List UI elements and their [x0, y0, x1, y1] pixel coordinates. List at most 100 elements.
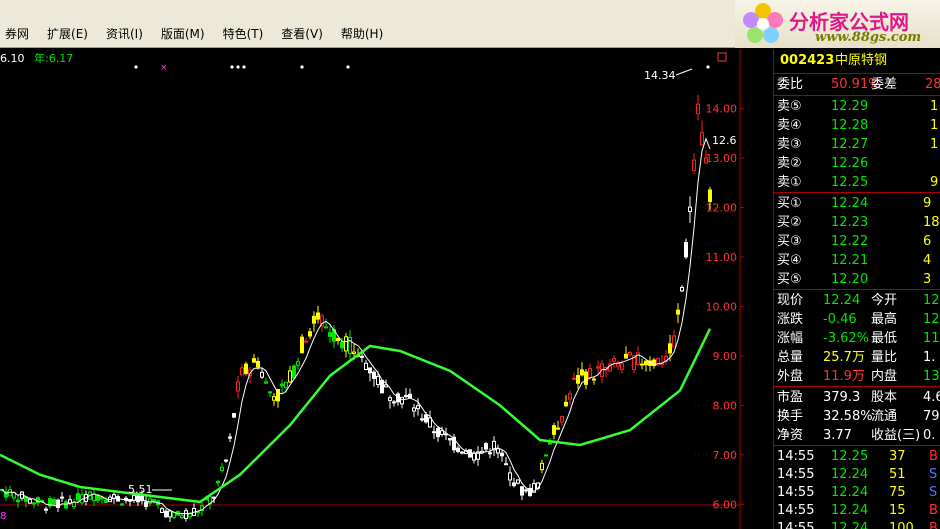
candle-body — [340, 341, 344, 349]
candle-body — [688, 206, 692, 212]
menu-item[interactable]: 版面(M) — [156, 25, 210, 43]
menu-items: 券网 扩展(E) 资讯(I) 版面(M) 特色(T) 查看(V) 帮助(H) — [0, 25, 396, 43]
candle-body — [620, 363, 624, 370]
candle-body — [596, 366, 600, 369]
menu-item[interactable]: 券网 — [0, 25, 34, 43]
fundamental-row: 市盈 379.3 股本 4.66 — [777, 388, 940, 407]
stat-value: 11. — [923, 331, 940, 346]
candle-body — [460, 451, 464, 454]
ask-volume: 1 — [930, 137, 939, 152]
candle-body — [448, 438, 452, 441]
tick-volume: 100 — [889, 521, 914, 529]
tick-time: 14:55 — [777, 521, 815, 529]
candle-body — [472, 452, 476, 461]
menu-item[interactable]: 资讯(I) — [101, 25, 148, 43]
stat-label: 换手 — [777, 409, 804, 424]
tick-time: 14:55 — [777, 503, 815, 518]
stat-label: 内盘 — [871, 369, 898, 384]
tick-volume: 37 — [889, 449, 906, 464]
ask-label: 卖④ — [777, 118, 802, 133]
bid-row: 买③ 12.22 6 — [777, 232, 940, 251]
y-tick-label: 14.00 — [706, 102, 738, 115]
candle-body — [488, 452, 492, 455]
candle-body — [52, 498, 56, 505]
ask-row: 卖③ 12.27 1 — [777, 135, 940, 154]
ask-volume: 1 — [930, 118, 939, 133]
kline-chart[interactable]: 14.00 13.00 12.00 11.00 10.00 9.00 8.00 7.00 6.0… — [0, 49, 771, 529]
bid-price: 12.22 — [831, 234, 869, 249]
signal-dot — [706, 65, 710, 69]
candle-body — [252, 358, 256, 363]
stat-row: 涨幅 -3.62%最低 11. — [777, 329, 940, 348]
candle-body — [28, 498, 32, 504]
menu-item[interactable]: 特色(T) — [218, 25, 269, 43]
tick-volume: 51 — [889, 467, 906, 482]
candle-body — [552, 425, 556, 435]
ma-legend-item: 年:6.17 — [34, 52, 74, 65]
candle-body — [412, 407, 416, 412]
candle-body — [104, 499, 108, 503]
candle-body — [500, 452, 504, 457]
tick-row: 14:55 12.24 51 S — [777, 465, 940, 484]
candle-body — [388, 397, 392, 401]
stat-value: 0. — [923, 428, 936, 443]
high-price-label: 14.34 — [644, 69, 676, 82]
candle-body — [336, 337, 340, 341]
stat-label: 量比 — [871, 350, 898, 365]
stat-row: 外盘 11.9万内盘 13.8 — [777, 367, 940, 386]
ma-legend: 6.10 年:6.17 — [0, 50, 79, 66]
candle-body — [456, 447, 460, 452]
candle-body — [232, 413, 236, 418]
candle-body — [420, 418, 424, 421]
candle-body — [268, 391, 272, 394]
candle-body — [540, 462, 544, 471]
bid-row: 买① 12.24 9 — [777, 194, 940, 213]
candle-body — [508, 472, 512, 481]
candle-body — [692, 159, 696, 172]
stat-value: -0.46 — [823, 312, 857, 327]
candle-body — [16, 499, 20, 503]
candle-body — [624, 353, 628, 359]
candle-body — [284, 381, 288, 388]
bid-label: 买② — [777, 215, 802, 230]
weicha-value: 28 — [925, 77, 940, 92]
menu-item[interactable]: 帮助(H) — [336, 25, 388, 43]
tick-side: B — [929, 449, 938, 464]
candle-body — [344, 336, 348, 352]
weicha-label: 委差 — [871, 77, 898, 92]
stat-label: 涨幅 — [777, 331, 804, 346]
bid-label: 买④ — [777, 253, 802, 268]
tick-price: 12.24 — [831, 503, 869, 518]
stat-label: 收益(三) — [871, 428, 921, 443]
candle-body — [436, 428, 440, 438]
signal-dot — [134, 65, 138, 69]
candle-body — [304, 340, 308, 343]
bid-row: 买② 12.23 18 — [777, 213, 940, 232]
candle-body — [544, 454, 548, 457]
candle-body — [360, 355, 364, 358]
stock-name: 中原特钢 — [835, 53, 888, 68]
candle-body — [428, 417, 432, 428]
candle-body — [168, 510, 172, 518]
candle-body — [312, 315, 316, 324]
candle-body — [120, 503, 124, 506]
candle-body — [432, 431, 436, 434]
corner-marker — [717, 52, 727, 62]
y-tick-label: 11.00 — [706, 251, 738, 264]
candle-body — [280, 383, 284, 387]
candle-body — [296, 361, 300, 366]
menu-item[interactable]: 扩展(E) — [42, 25, 93, 43]
menu-bar: 券网 扩展(E) 资讯(I) 版面(M) 特色(T) 查看(V) 帮助(H) 分析家公式网 … — [0, 0, 940, 48]
kline-chart-canvas[interactable]: 14.0013.0012.0011.0010.009.008.007.006.0… — [0, 49, 771, 529]
signal-cross: × — [160, 63, 168, 73]
candle-body — [144, 501, 148, 508]
tick-row: 14:55 12.24 75 S — [777, 483, 940, 502]
ask-row: 卖② 12.26 — [777, 154, 940, 173]
candle-body — [696, 103, 700, 114]
candle-body — [240, 367, 244, 376]
stat-value: 12.24 — [823, 293, 861, 308]
menu-item[interactable]: 查看(V) — [276, 25, 328, 43]
tick-row: 14:55 12.24 15 B — [777, 501, 940, 520]
bid-label: 买① — [777, 196, 802, 211]
stat-value: 12. — [923, 312, 940, 327]
